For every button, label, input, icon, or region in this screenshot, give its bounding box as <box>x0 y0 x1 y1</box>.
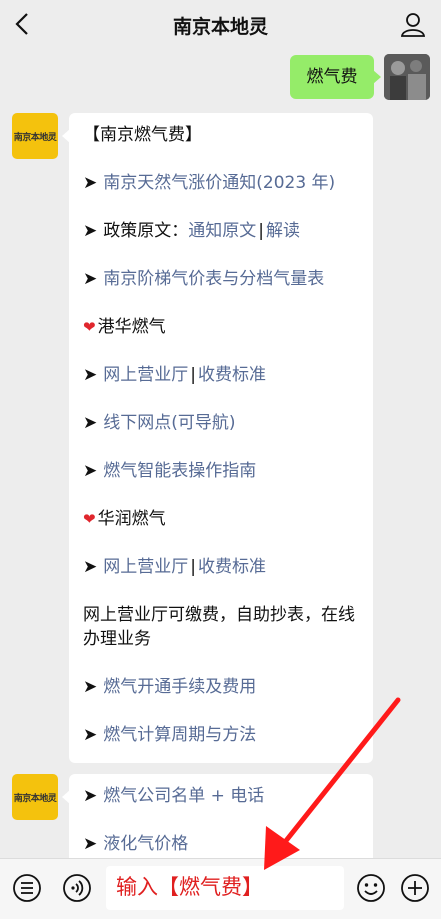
list-item[interactable]: ➤ 线下网点(可导航) <box>83 411 361 435</box>
link-fee-standard[interactable]: 收费标准 <box>198 557 266 577</box>
link-gas-company-list[interactable]: 燃气公司名单 + 电话 <box>103 786 264 806</box>
pointer-arrow-icon: ➤ <box>83 269 98 289</box>
pointer-arrow-icon: ➤ <box>83 365 98 385</box>
pointer-arrow-icon: ➤ <box>83 413 98 433</box>
policy-label: 政策原文： <box>103 221 189 241</box>
link-fee-standard[interactable]: 收费标准 <box>198 365 266 385</box>
link-gas-price-notice[interactable]: 南京天然气涨价通知(2023 年) <box>103 173 335 193</box>
my-avatar[interactable] <box>384 54 430 100</box>
pointer-arrow-icon: ➤ <box>83 461 98 481</box>
list-item: ➤ 网上营业厅 | 收费标准 <box>83 555 361 579</box>
heart-icon: ❤ <box>83 510 96 528</box>
emoji-icon[interactable] <box>356 873 386 903</box>
link-gas-activation[interactable]: 燃气开通手续及费用 <box>103 677 256 697</box>
separator: | <box>258 221 264 241</box>
pointer-arrow-icon: ➤ <box>83 786 98 806</box>
plus-icon[interactable] <box>400 873 430 903</box>
link-online-office[interactable]: 网上营业厅 <box>103 557 188 577</box>
bot-avatar-label: 南京本地灵 <box>13 793 57 804</box>
bot-avatar[interactable]: 南京本地灵 <box>12 774 58 820</box>
list-item[interactable]: ➤ 燃气公司名单 + 电话 <box>83 784 361 808</box>
voice-input-icon[interactable] <box>62 873 92 903</box>
pointer-arrow-icon: ➤ <box>83 221 98 241</box>
section-ganghua: 港华燃气 <box>97 317 166 337</box>
section-heading: ❤ 港华燃气 <box>83 315 361 339</box>
link-online-office[interactable]: 网上营业厅 <box>103 365 188 385</box>
separator: | <box>190 365 196 385</box>
list-item[interactable]: ➤ 燃气智能表操作指南 <box>83 459 361 483</box>
link-billing-cycle[interactable]: 燃气计算周期与方法 <box>103 725 256 745</box>
list-item: ➤ 政策原文：通知原文 | 解读 <box>83 219 361 243</box>
bot-avatar-label: 南京本地灵 <box>13 132 57 143</box>
bot-avatar[interactable]: 南京本地灵 <box>12 113 58 159</box>
list-item[interactable]: ➤ 燃气计算周期与方法 <box>83 723 361 747</box>
menu-list-icon[interactable] <box>12 873 42 903</box>
note-text: 网上营业厅可缴费，自助抄表，在线办理业务 <box>83 605 355 649</box>
message-title: 【南京燃气费】 <box>83 125 202 145</box>
pointer-arrow-icon: ➤ <box>83 834 98 854</box>
outgoing-message-text: 燃气费 <box>306 67 358 87</box>
pointer-arrow-icon: ➤ <box>83 725 98 745</box>
user-profile-icon[interactable] <box>399 10 427 38</box>
list-item: ➤ 网上营业厅 | 收费标准 <box>83 363 361 387</box>
pointer-arrow-icon: ➤ <box>83 677 98 697</box>
avatar-photo-icon <box>384 54 430 100</box>
list-item[interactable]: ➤ 南京阶梯气价表与分档气量表 <box>83 267 361 291</box>
separator: | <box>190 557 196 577</box>
link-lpg-price[interactable]: 液化气价格 <box>103 834 188 854</box>
pointer-arrow-icon: ➤ <box>83 173 98 193</box>
link-tiered-price-table[interactable]: 南京阶梯气价表与分档气量表 <box>103 269 324 289</box>
list-item[interactable]: ➤ 燃气开通手续及费用 <box>83 675 361 699</box>
list-item[interactable]: ➤ 南京天然气涨价通知(2023 年) <box>83 171 361 195</box>
pointer-arrow-icon: ➤ <box>83 557 98 577</box>
chat-header: 南京本地灵 <box>0 0 441 48</box>
heart-icon: ❤ <box>83 318 96 336</box>
link-notice-original[interactable]: 通知原文 <box>188 221 256 241</box>
list-item[interactable]: ➤ 液化气价格 <box>83 832 361 856</box>
outgoing-message-bubble[interactable]: 燃气费 <box>290 55 381 99</box>
section-heading: ❤ 华润燃气 <box>83 507 361 531</box>
link-smart-meter-guide[interactable]: 燃气智能表操作指南 <box>103 461 256 481</box>
link-interpretation[interactable]: 解读 <box>266 221 300 241</box>
input-hint-text: 输入【燃气费】 <box>116 875 263 899</box>
incoming-message-bubble: 【南京燃气费】 ➤ 南京天然气涨价通知(2023 年) ➤ 政策原文：通知原文 | 解读… <box>62 113 373 763</box>
link-offline-outlets[interactable]: 线下网点(可导航) <box>103 413 235 433</box>
section-huarun: 华润燃气 <box>97 509 166 529</box>
chat-title: 南京本地灵 <box>172 16 268 38</box>
